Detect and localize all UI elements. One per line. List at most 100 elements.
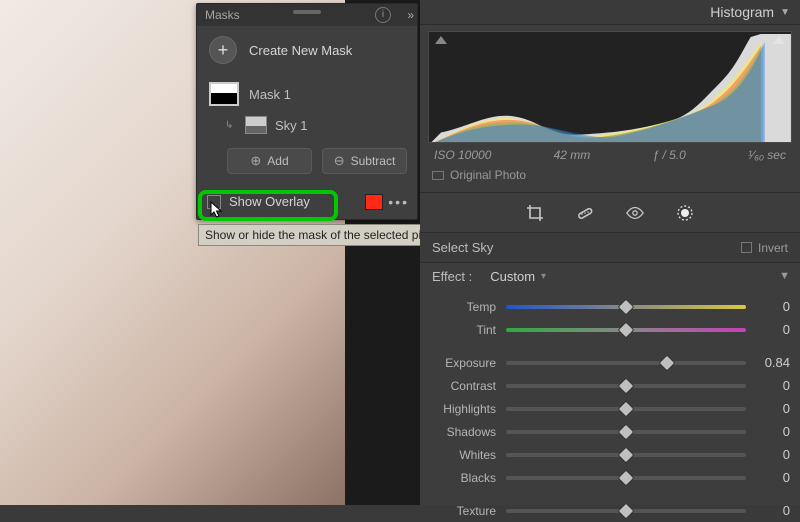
- slider-knob[interactable]: [618, 400, 635, 417]
- slider-value[interactable]: 0: [746, 401, 790, 416]
- slider-label: Highlights: [420, 402, 506, 416]
- slider-label: Contrast: [420, 379, 506, 393]
- slider-label: Texture: [420, 504, 506, 518]
- effect-row[interactable]: Effect : Custom ▾ ▼: [420, 263, 800, 289]
- slider-row-whites: Whites 0: [420, 443, 790, 466]
- show-overlay-checkbox[interactable]: [207, 195, 221, 209]
- focal-value: 42 mm: [554, 148, 591, 162]
- slider-track[interactable]: [506, 476, 746, 480]
- slider-label: Temp: [420, 300, 506, 314]
- slider-row-temp: Temp 0: [420, 295, 790, 318]
- mask-type-label: Select Sky: [432, 240, 493, 255]
- slider-track[interactable]: [506, 361, 746, 365]
- slider-track[interactable]: [506, 384, 746, 388]
- overlay-color-swatch[interactable]: [365, 194, 383, 210]
- mask-component-label: Sky 1: [275, 118, 308, 133]
- invert-label: Invert: [758, 241, 788, 255]
- slider-track[interactable]: [506, 328, 746, 332]
- slider-value[interactable]: 0.84: [746, 355, 790, 370]
- info-icon[interactable]: i: [375, 7, 391, 23]
- slider-track[interactable]: [506, 453, 746, 457]
- histogram-header[interactable]: Histogram ▼: [420, 0, 800, 25]
- slider-label: Shadows: [420, 425, 506, 439]
- slider-value[interactable]: 0: [746, 424, 790, 439]
- slider-label: Tint: [420, 323, 506, 337]
- tool-strip: [420, 193, 800, 233]
- tree-arrow-icon: ↳: [225, 120, 237, 131]
- slider-row-contrast: Contrast 0: [420, 374, 790, 397]
- subtract-icon: ⊖: [334, 153, 345, 169]
- invert-checkbox[interactable]: [741, 242, 752, 253]
- slider-knob[interactable]: [618, 321, 635, 338]
- slider-row-texture: Texture 0: [420, 499, 790, 522]
- histogram[interactable]: [428, 31, 792, 143]
- mask-item[interactable]: Mask 1: [197, 76, 417, 112]
- redeye-tool-icon[interactable]: [625, 203, 645, 223]
- slider-knob[interactable]: [658, 354, 675, 371]
- plus-icon[interactable]: +: [209, 36, 237, 64]
- mask-type-row: Select Sky Invert: [420, 233, 800, 263]
- effect-popup-icon[interactable]: ▾: [541, 271, 546, 282]
- original-photo-label: Original Photo: [450, 168, 526, 182]
- slider-row-shadows: Shadows 0: [420, 420, 790, 443]
- slider-row-tint: Tint 0: [420, 318, 790, 341]
- create-mask-row[interactable]: + Create New Mask: [197, 26, 417, 76]
- mask-thumbnail-icon[interactable]: [209, 82, 239, 106]
- show-overlay-label[interactable]: Show Overlay: [229, 194, 310, 209]
- slider-knob[interactable]: [618, 469, 635, 486]
- masks-panel-header[interactable]: Masks i »: [197, 4, 417, 26]
- slider-row-highlights: Highlights 0: [420, 397, 790, 420]
- drag-grip-icon[interactable]: [293, 10, 321, 14]
- slider-label: Whites: [420, 448, 506, 462]
- add-button[interactable]: ⊕ Add: [227, 148, 312, 174]
- right-panel: Histogram ▼ ISO 10000 42 mm ƒ / 5.0 ¹⁄₆₀…: [420, 0, 800, 505]
- slider-track[interactable]: [506, 407, 746, 411]
- collapse-chevron-icon[interactable]: »: [407, 8, 411, 22]
- subtract-button-label: Subtract: [351, 154, 396, 168]
- slider-value[interactable]: 0: [746, 503, 790, 518]
- effect-label: Effect :: [432, 269, 472, 284]
- sky-thumbnail-icon[interactable]: [245, 116, 267, 134]
- histogram-title: Histogram: [710, 4, 774, 20]
- original-photo-checkbox[interactable]: [432, 171, 444, 180]
- slider-row-blacks: Blacks 0: [420, 466, 790, 489]
- slider-value[interactable]: 0: [746, 447, 790, 462]
- tooltip: Show or hide the mask of the selected pi…: [198, 224, 455, 246]
- slider-label: Blacks: [420, 471, 506, 485]
- slider-knob[interactable]: [618, 298, 635, 315]
- slider-row-exposure: Exposure 0.84: [420, 351, 790, 374]
- more-options-icon[interactable]: •••: [388, 194, 409, 210]
- slider-knob[interactable]: [618, 446, 635, 463]
- slider-track[interactable]: [506, 430, 746, 434]
- effect-value[interactable]: Custom: [490, 269, 535, 284]
- masking-tool-icon[interactable]: [675, 203, 695, 223]
- aperture-value: ƒ / 5.0: [653, 148, 686, 162]
- slider-value[interactable]: 0: [746, 470, 790, 485]
- slider-value[interactable]: 0: [746, 299, 790, 314]
- slider-track[interactable]: [506, 305, 746, 309]
- mask-item-label: Mask 1: [249, 87, 291, 102]
- histogram-graph: [429, 32, 791, 143]
- masks-panel-title: Masks: [205, 8, 240, 22]
- slider-value[interactable]: 0: [746, 322, 790, 337]
- slider-knob[interactable]: [618, 423, 635, 440]
- subtract-button[interactable]: ⊖ Subtract: [322, 148, 407, 174]
- crop-tool-icon[interactable]: [525, 203, 545, 223]
- sliders-section: Temp0Tint0Exposure0.84Contrast0Highlight…: [420, 289, 800, 522]
- masks-panel: Masks i » + Create New Mask Mask 1 ↳ Sky…: [196, 3, 418, 220]
- slider-label: Exposure: [420, 356, 506, 370]
- invert-toggle[interactable]: Invert: [741, 241, 788, 255]
- chevron-down-icon[interactable]: ▼: [780, 7, 790, 18]
- slider-track[interactable]: [506, 509, 746, 513]
- slider-knob[interactable]: [618, 377, 635, 394]
- section-collapse-icon[interactable]: ▼: [779, 270, 790, 282]
- original-photo-toggle[interactable]: Original Photo: [420, 164, 800, 193]
- mask-component-item[interactable]: ↳ Sky 1: [197, 112, 417, 142]
- add-icon: ⊕: [250, 153, 261, 169]
- slider-value[interactable]: 0: [746, 378, 790, 393]
- histogram-metadata: ISO 10000 42 mm ƒ / 5.0 ¹⁄₆₀ sec: [420, 143, 800, 164]
- iso-value: ISO 10000: [434, 148, 491, 162]
- heal-tool-icon[interactable]: [575, 203, 595, 223]
- create-mask-label: Create New Mask: [249, 43, 352, 58]
- shutter-value: ¹⁄₆₀ sec: [748, 148, 786, 162]
